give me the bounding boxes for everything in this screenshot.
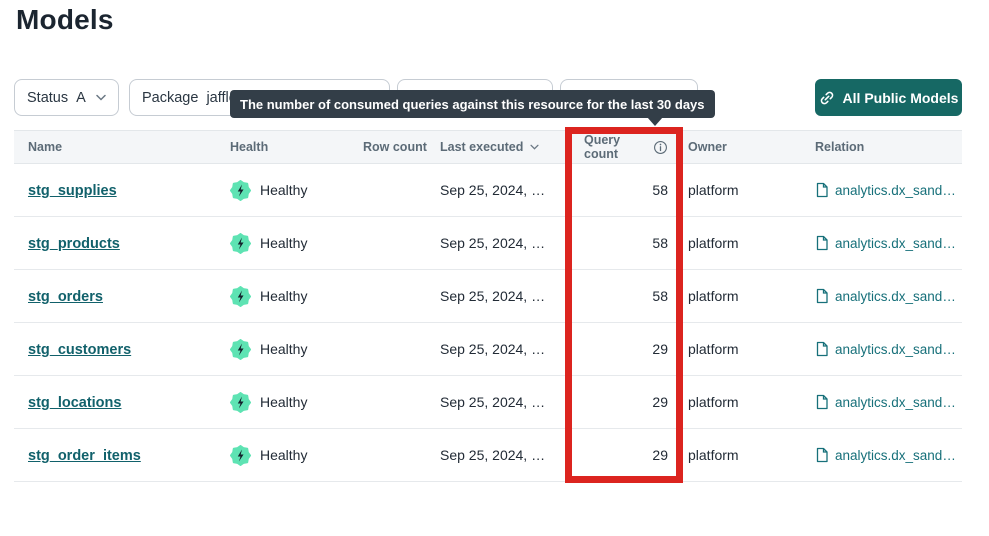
health-label: Healthy (260, 288, 307, 304)
column-header-query-count: Query count (584, 133, 668, 161)
last-executed-cell: Sep 25, 2024, … (434, 235, 584, 251)
all-public-models-button[interactable]: All Public Models (815, 79, 962, 116)
table-row: stg_products Healthy Sep 25, 2024, … 58 … (14, 217, 962, 270)
table-row: stg_order_items Healthy Sep 25, 2024, … … (14, 429, 962, 482)
last-executed-cell: Sep 25, 2024, … (434, 341, 584, 357)
relation-link[interactable]: analytics.dx_sand… (795, 447, 962, 463)
query-count-cell: 58 (584, 235, 668, 251)
link-icon (819, 90, 835, 106)
owner-cell: platform (668, 394, 795, 410)
last-executed-cell: Sep 25, 2024, … (434, 182, 584, 198)
relation-link[interactable]: analytics.dx_sand… (795, 341, 962, 357)
model-name-link[interactable]: stg_order_items (28, 448, 141, 464)
column-header-owner: Owner (668, 140, 795, 154)
models-table: Name Health Row count Last executed Quer… (14, 130, 962, 482)
tooltip-arrow (647, 117, 663, 126)
query-count-cell: 58 (584, 288, 668, 304)
chevron-down-icon (96, 94, 106, 101)
status-filter-label: Status (27, 90, 68, 106)
health-label: Healthy (260, 235, 307, 251)
model-name-link[interactable]: stg_locations (28, 395, 121, 411)
document-icon (815, 447, 829, 463)
table-row: stg_orders Healthy Sep 25, 2024, … 58 pl… (14, 270, 962, 323)
relation-link[interactable]: analytics.dx_sand… (795, 182, 962, 198)
column-header-health: Health (230, 140, 363, 154)
model-name-link[interactable]: stg_orders (28, 289, 103, 305)
table-row: stg_locations Healthy Sep 25, 2024, … 29… (14, 376, 962, 429)
query-count-tooltip: The number of consumed queries against t… (230, 90, 715, 118)
health-label: Healthy (260, 447, 307, 463)
health-badge-icon (230, 339, 251, 360)
model-name-link[interactable]: stg_customers (28, 342, 131, 358)
column-header-last-executed[interactable]: Last executed (434, 140, 584, 154)
last-executed-cell: Sep 25, 2024, … (434, 447, 584, 463)
relation-link[interactable]: analytics.dx_sand… (795, 235, 962, 251)
document-icon (815, 341, 829, 357)
column-header-name: Name (14, 140, 230, 154)
last-executed-cell: Sep 25, 2024, … (434, 394, 584, 410)
owner-cell: platform (668, 235, 795, 251)
health-badge-icon (230, 392, 251, 413)
document-icon (815, 288, 829, 304)
health-badge-icon (230, 180, 251, 201)
document-icon (815, 182, 829, 198)
status-filter-value: All (76, 90, 86, 106)
health-label: Healthy (260, 341, 307, 357)
query-count-cell: 58 (584, 182, 668, 198)
package-filter-label: Package (142, 90, 198, 106)
models-page: Models Status All Package jaffle_ All Pu… (0, 0, 989, 536)
health-label: Healthy (260, 394, 307, 410)
column-header-row-count: Row count (363, 140, 434, 154)
column-header-relation: Relation (795, 140, 962, 154)
relation-link[interactable]: analytics.dx_sand… (795, 288, 962, 304)
query-count-cell: 29 (584, 341, 668, 357)
health-badge-icon (230, 233, 251, 254)
document-icon (815, 235, 829, 251)
model-name-link[interactable]: stg_supplies (28, 183, 117, 199)
status-filter-dropdown[interactable]: Status All (14, 79, 119, 116)
health-badge-icon (230, 286, 251, 307)
all-public-models-label: All Public Models (843, 90, 959, 106)
relation-link[interactable]: analytics.dx_sand… (795, 394, 962, 410)
table-row: stg_customers Healthy Sep 25, 2024, … 29… (14, 323, 962, 376)
info-icon[interactable] (653, 140, 668, 155)
table-header-row: Name Health Row count Last executed Quer… (14, 130, 962, 164)
query-count-cell: 29 (584, 394, 668, 410)
health-label: Healthy (260, 182, 307, 198)
page-title: Models (16, 4, 114, 36)
owner-cell: platform (668, 341, 795, 357)
sort-chevron-icon (530, 144, 539, 150)
model-name-link[interactable]: stg_products (28, 236, 120, 252)
health-badge-icon (230, 445, 251, 466)
owner-cell: platform (668, 288, 795, 304)
document-icon (815, 394, 829, 410)
last-executed-cell: Sep 25, 2024, … (434, 288, 584, 304)
query-count-cell: 29 (584, 447, 668, 463)
owner-cell: platform (668, 182, 795, 198)
owner-cell: platform (668, 447, 795, 463)
table-row: stg_supplies Healthy Sep 25, 2024, … 58 … (14, 164, 962, 217)
